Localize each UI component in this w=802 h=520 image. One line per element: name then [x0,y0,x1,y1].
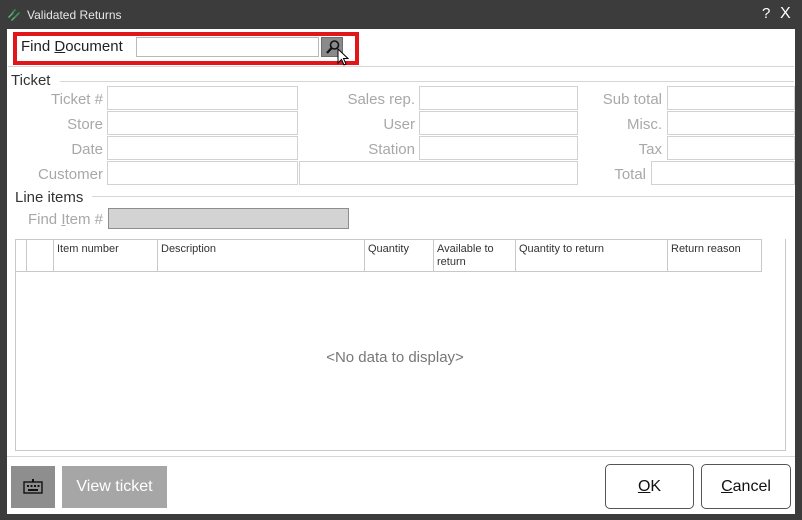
grid-empty-message: <No data to display> [326,349,464,366]
sales-rep-field[interactable] [419,86,578,110]
column-header-quantity-to-return[interactable]: Quantity to return [516,239,668,272]
column-header-available-to-return[interactable]: Available to return [434,239,516,272]
column-header-item-number[interactable]: Item number [54,239,158,272]
find-item-input[interactable] [108,208,349,229]
date-field[interactable] [107,136,298,160]
sales-rep-label: Sales rep. [347,91,415,108]
validated-returns-window: Validated Returns ? X Find Document Tick… [0,0,802,520]
grid-select-column[interactable] [27,239,54,272]
misc-label: Misc. [627,116,662,133]
footer-separator [7,456,795,457]
tax-field[interactable] [667,136,795,160]
station-field[interactable] [419,136,578,160]
total-label: Total [614,166,646,183]
ticket-section-title: Ticket [11,72,51,89]
customer-label: Customer [37,166,103,183]
user-field[interactable] [419,111,578,135]
find-document-input[interactable] [136,37,319,57]
ticket-number-label: Ticket # [51,91,103,108]
total-field[interactable] [651,161,795,185]
ticket-number-field[interactable] [107,86,298,110]
user-label: User [383,116,415,133]
title-bar: Validated Returns ? X [0,0,802,29]
column-header-quantity[interactable]: Quantity [365,239,434,272]
view-ticket-button[interactable]: View ticket [62,466,167,508]
customer-id-field[interactable] [107,161,298,185]
ticket-section-rule [60,81,794,82]
find-document-label: Find Document [21,38,123,55]
customer-name-field[interactable] [299,161,578,185]
store-label: Store [67,116,103,133]
subtotal-field[interactable] [667,86,795,110]
mouse-pointer-icon [337,48,349,66]
date-label: Date [71,141,103,158]
subtotal-label: Sub total [602,91,662,108]
help-button[interactable]: ? [762,5,770,22]
store-field[interactable] [107,111,298,135]
station-label: Station [368,141,415,158]
window-title: Validated Returns [27,8,122,22]
find-item-label: Find Item # [27,211,103,228]
app-logo-icon [7,8,21,22]
line-items-section-title: Line items [15,189,84,206]
grid-indicator-column [15,239,27,272]
cancel-button[interactable]: Cancel [701,464,791,509]
keyboard-button[interactable] [11,466,55,508]
tax-label: Tax [638,141,662,158]
column-header-return-reason[interactable]: Return reason [668,239,762,272]
line-items-section-rule [92,196,794,197]
ok-button[interactable]: OK [605,464,694,509]
keyboard-icon [23,479,43,494]
misc-field[interactable] [667,111,795,135]
column-header-description[interactable]: Description [158,239,365,272]
close-button[interactable]: X [780,5,791,23]
separator [8,66,794,67]
